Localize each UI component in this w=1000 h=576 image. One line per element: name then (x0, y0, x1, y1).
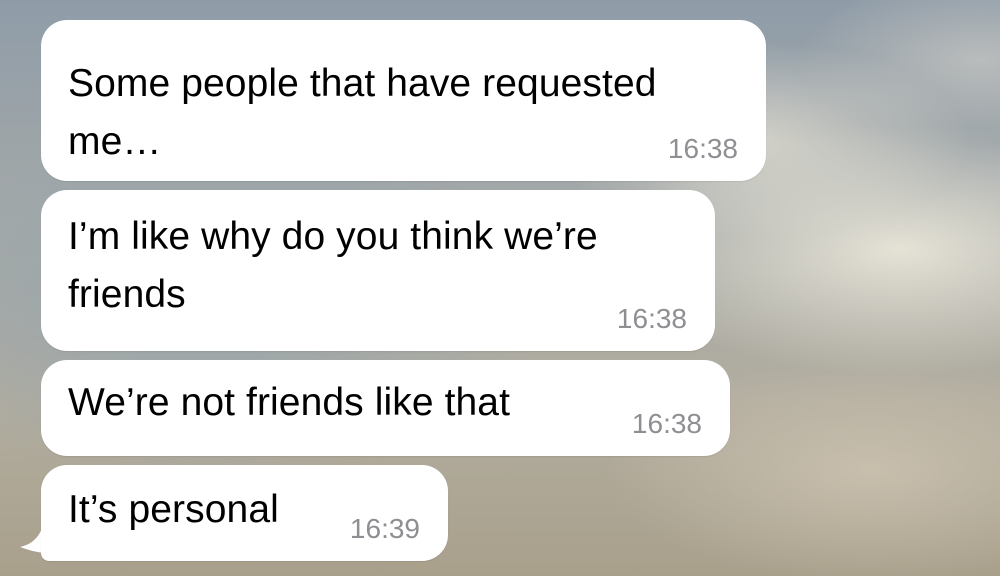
message-text: It’s personal (68, 488, 279, 531)
message-bubble[interactable]: Some people that have requested me… 16:3… (41, 20, 766, 181)
message-timestamp: 16:38 (616, 303, 687, 334)
message-timestamp: 16:38 (667, 133, 738, 164)
message-text: Some people that have requested me… (68, 62, 657, 163)
message-timestamp: 16:39 (349, 513, 420, 544)
message-text: We’re not friends like that (68, 381, 511, 424)
message-timestamp: 16:38 (631, 408, 702, 439)
message-bubble[interactable]: It’s personal 16:39 (41, 465, 448, 561)
chat-thread: Some people that have requested me… 16:3… (0, 0, 1000, 576)
message-bubble[interactable]: I’m like why do you think we’re friends … (41, 190, 715, 351)
message-text: I’m like why do you think we’re friends (68, 215, 598, 316)
message-bubble[interactable]: We’re not friends like that 16:38 (41, 360, 730, 456)
